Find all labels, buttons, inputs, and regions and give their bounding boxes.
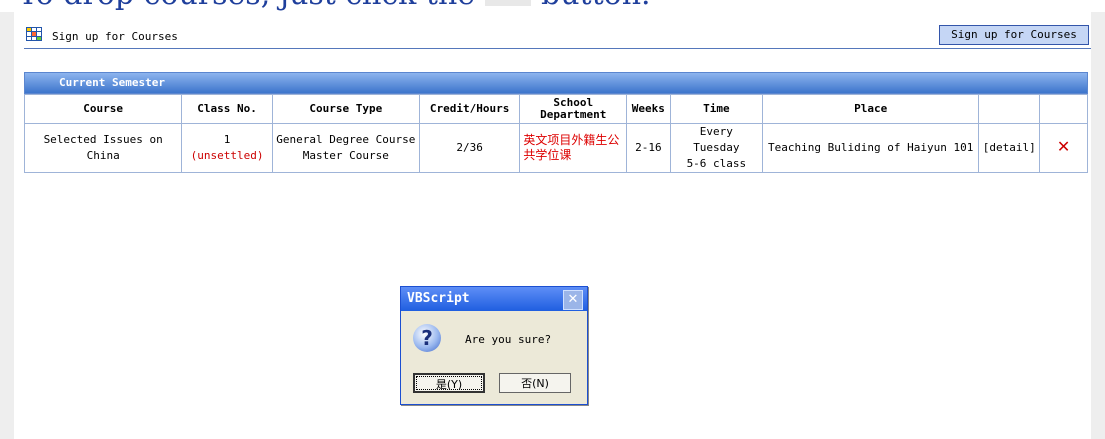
table-row: Selected Issues on China 1 (unsettled) Ge… [23,123,1088,173]
detail-link[interactable]: [detail] [978,123,1041,173]
dialog-message: Are you sure? [465,333,552,346]
header-bar: Sign up for Courses Sign up for Courses [24,25,1091,49]
close-icon[interactable]: ✕ [563,290,583,310]
col-detail [978,94,1041,124]
col-credit-hours: Credit/Hours [418,94,521,124]
cell-course: Selected Issues on China [23,123,183,173]
instruction-text-start: To drop courses, just click the [18,0,475,12]
course-table: Course Class No. Course Type Credit/Hour… [23,94,1088,173]
col-school-department: School Department [519,94,628,124]
col-course-type: Course Type [271,94,420,124]
cell-department: 英文项目外籍生公共学位课 [519,123,628,173]
dialog-title-bar: VBScript ✕ [401,287,587,311]
dialog-title: VBScript [407,291,470,306]
cell-time: Every Tuesday 5-6 class [669,123,764,173]
col-course: Course [23,94,183,124]
grid-icon [26,27,42,41]
instruction-text: To drop courses, just click the button. [0,0,1105,12]
col-class-no: Class No. [181,94,273,124]
cell-place: Teaching Buliding of Haiyun 101 [762,123,980,173]
question-icon: ? [413,324,441,352]
signup-courses-button[interactable]: Sign up for Courses [939,25,1089,45]
current-semester-panel: Current Semester Course Class No. Course… [23,72,1088,173]
col-delete [1039,94,1088,124]
cell-class-no: 1 (unsettled) [181,123,273,173]
yes-button[interactable]: 是(Y) [413,373,485,393]
cell-weeks: 2-16 [626,123,671,173]
confirm-dialog: VBScript ✕ ? Are you sure? 是(Y) 否(N) [400,286,588,405]
delete-icon[interactable]: ✕ [1057,137,1070,156]
left-margin [0,12,14,439]
col-weeks: Weeks [626,94,671,124]
page-title: Sign up for Courses [52,30,178,43]
table-header-row: Course Class No. Course Type Credit/Hour… [23,94,1088,124]
cell-credit-hours: 2/36 [418,123,521,173]
col-place: Place [762,94,980,124]
instruction-text-end: button. [541,0,651,12]
semester-header: Current Semester [24,72,1088,94]
delete-button[interactable]: ✕ [1039,123,1088,173]
class-status: (unsettled) [190,149,264,162]
col-time: Time [669,94,764,124]
right-margin [1091,12,1105,439]
instruction-blank [485,0,532,6]
cell-course-type: General Degree Course Master Course [271,123,420,173]
no-button[interactable]: 否(N) [499,373,571,393]
